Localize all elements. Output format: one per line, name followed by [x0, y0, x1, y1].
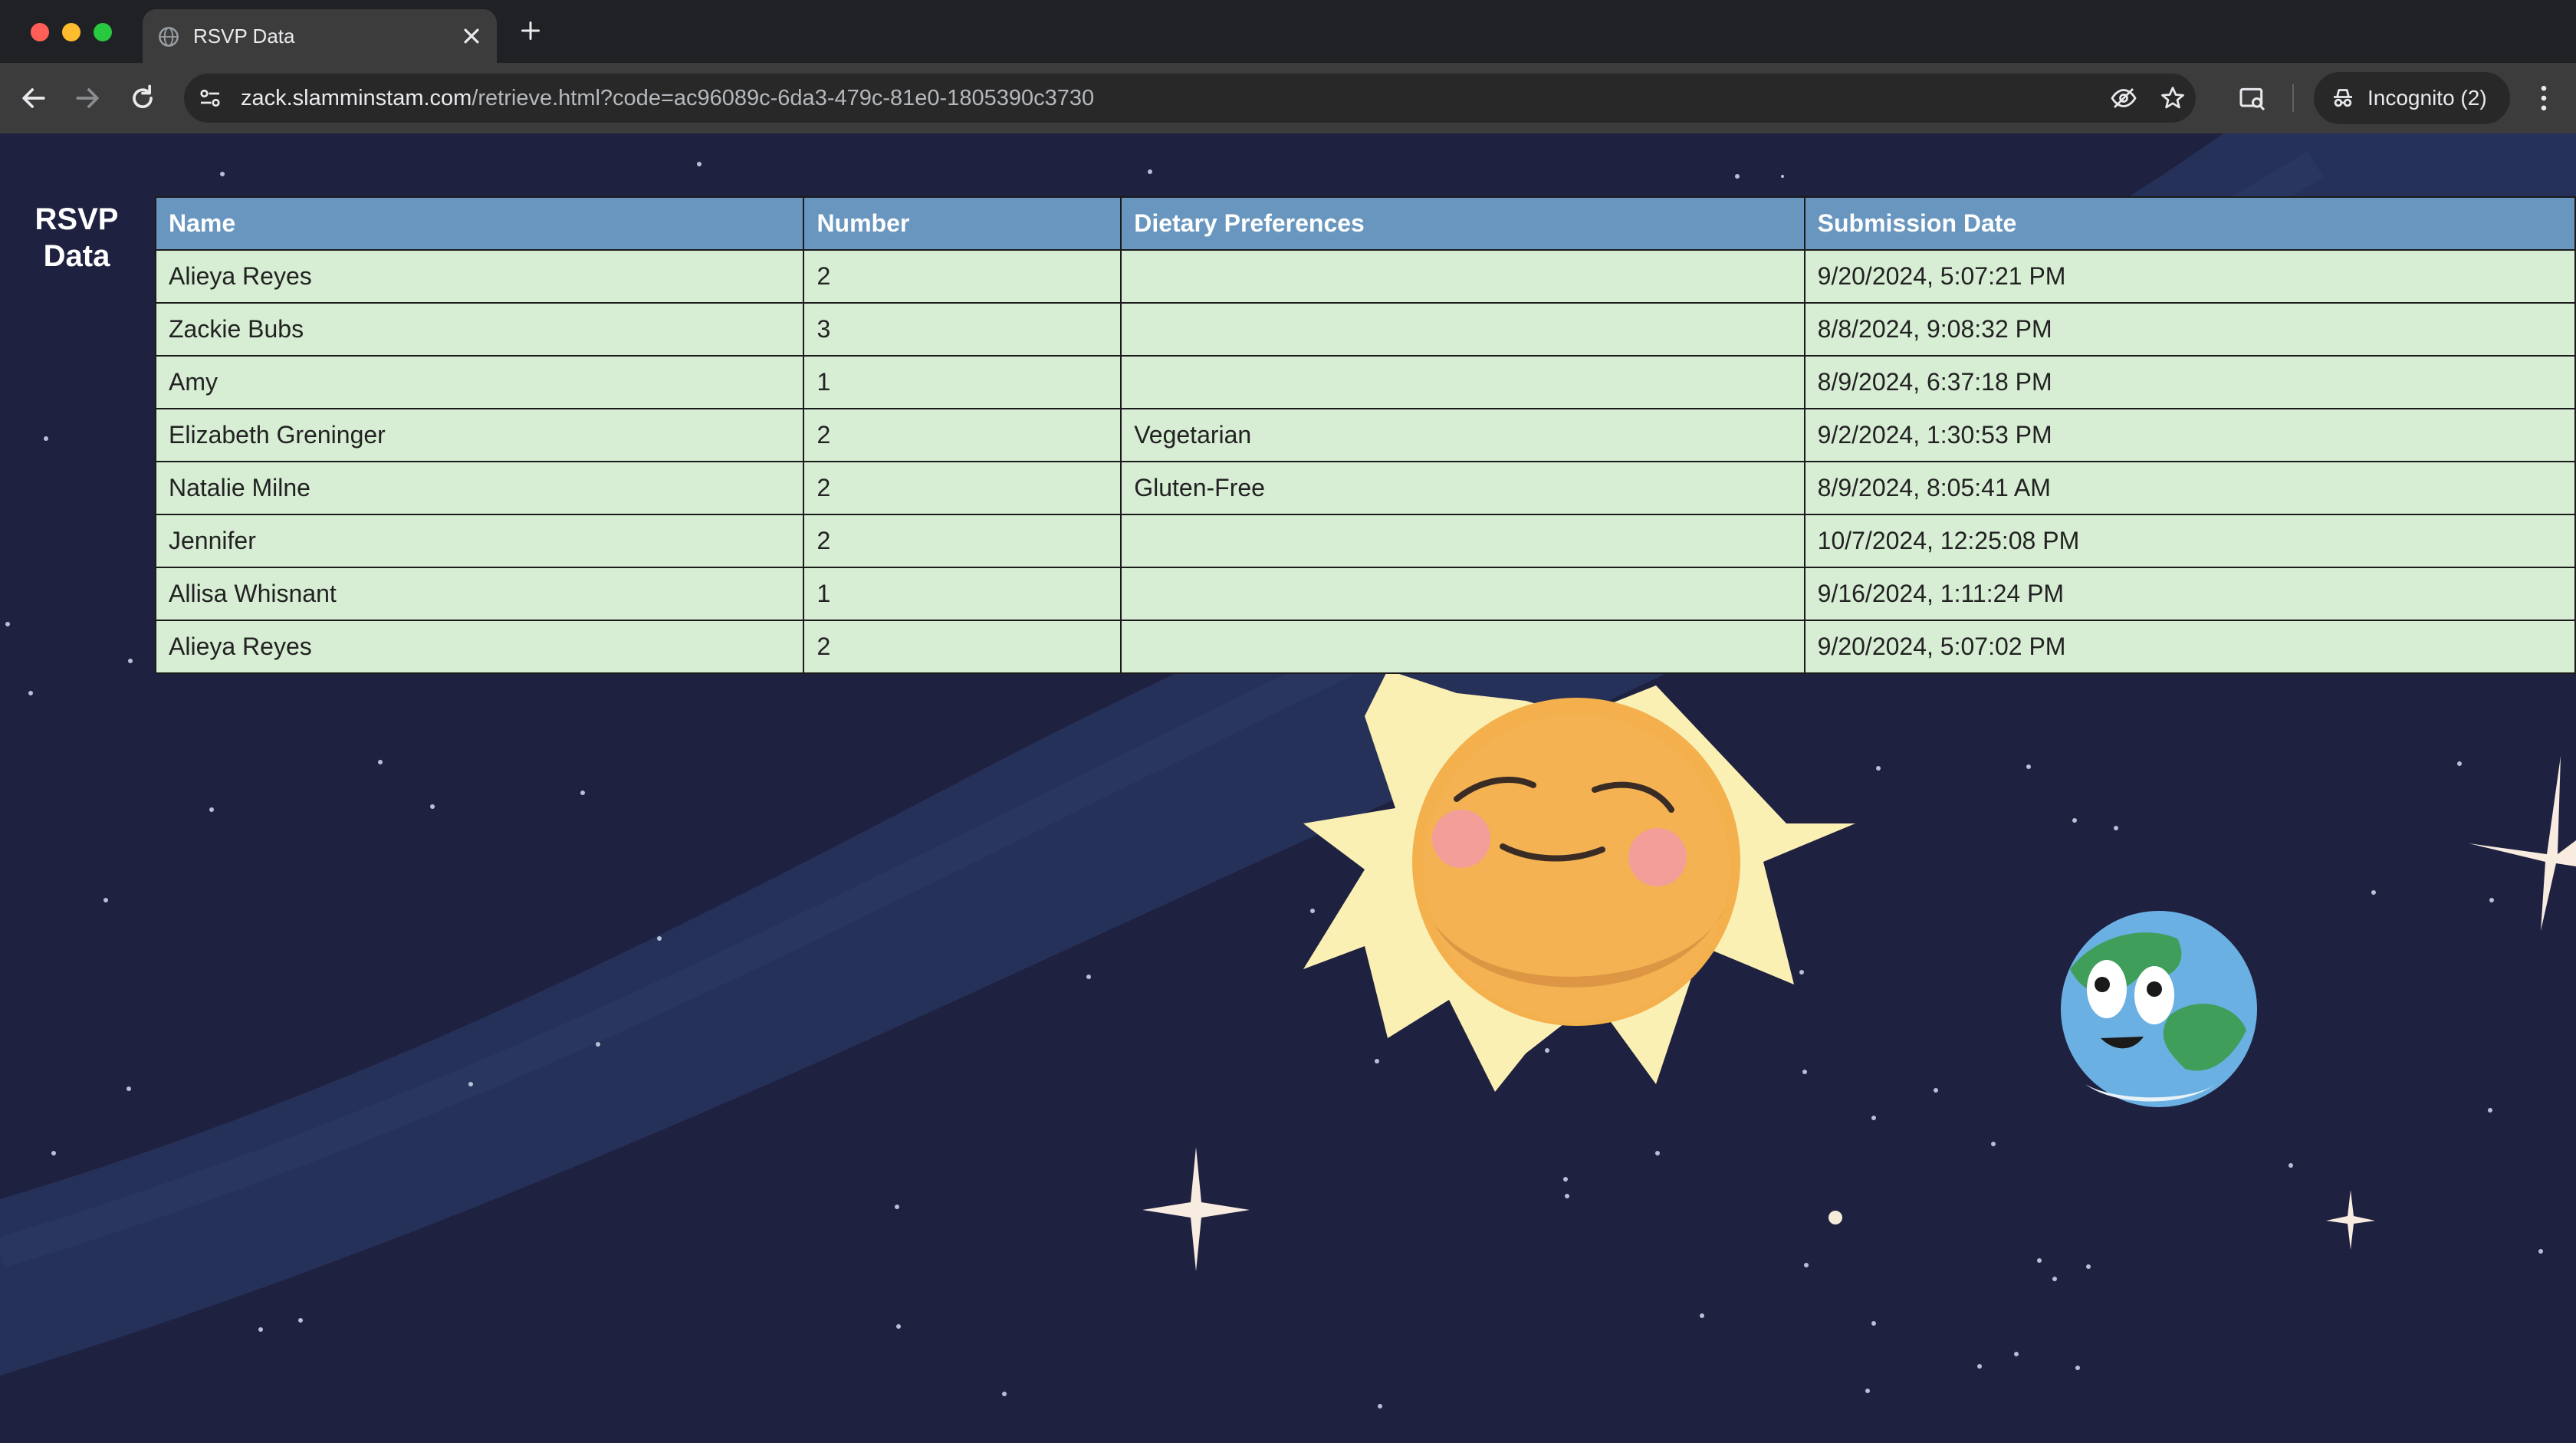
cell-dietary-preferences	[1120, 514, 1806, 568]
close-window-button[interactable]	[31, 23, 49, 41]
reload-icon[interactable]	[126, 81, 159, 115]
cell-submission-date: 8/9/2024, 6:37:18 PM	[1803, 355, 2576, 409]
forward-arrow-icon[interactable]	[71, 81, 104, 115]
cell-submission-date: 9/20/2024, 5:07:02 PM	[1803, 620, 2576, 674]
tab-title: RSVP Data	[193, 25, 295, 48]
cell-name: Zackie Bubs	[154, 302, 805, 357]
cell-dietary-preferences	[1120, 302, 1806, 357]
tune-icon[interactable]	[196, 84, 224, 112]
cell-name: Amy	[154, 355, 805, 409]
plus-icon[interactable]	[517, 17, 544, 44]
url-host: zack.slamminstam.com	[241, 86, 472, 110]
table-row: Natalie Milne 2 Gluten-Free 8/9/2024, 8:…	[154, 461, 2576, 515]
star-icon[interactable]	[2159, 84, 2187, 112]
cell-dietary-preferences	[1120, 249, 1806, 304]
page-viewport: RSVP Data Name Number Dietary Preference…	[0, 133, 2576, 1443]
cell-submission-date: 9/20/2024, 5:07:21 PM	[1803, 249, 2576, 304]
incognito-label: Incognito (2)	[2367, 86, 2487, 110]
cell-submission-date: 8/8/2024, 9:08:32 PM	[1803, 302, 2576, 357]
cell-name: Alieya Reyes	[154, 620, 805, 674]
lens-icon[interactable]	[2237, 83, 2268, 113]
table-row: Allisa Whisnant 1 9/16/2024, 1:11:24 PM	[154, 567, 2576, 621]
cell-submission-date: 8/9/2024, 8:05:41 AM	[1803, 461, 2576, 515]
table-row: Elizabeth Greninger 2 Vegetarian 9/2/202…	[154, 408, 2576, 462]
page-title-line-2: Data	[43, 239, 110, 273]
cell-number: 1	[803, 567, 1122, 621]
table-row: Alieya Reyes 2 9/20/2024, 5:07:21 PM	[154, 249, 2576, 304]
tab-strip: RSVP Data	[0, 0, 2576, 63]
page-title-line-1: RSVP	[34, 202, 119, 236]
cell-dietary-preferences: Vegetarian	[1120, 408, 1806, 462]
incognito-icon	[2334, 89, 2352, 107]
cell-name: Allisa Whisnant	[154, 567, 805, 621]
url-text[interactable]: zack.slamminstam.com/retrieve.html?code=…	[241, 84, 1094, 112]
maximize-window-button[interactable]	[94, 23, 112, 41]
table-row: Amy 1 8/9/2024, 6:37:18 PM	[154, 355, 2576, 409]
browser-toolbar: zack.slamminstam.com/retrieve.html?code=…	[0, 63, 2576, 133]
cell-name: Elizabeth Greninger	[154, 408, 805, 462]
table-row: Alieya Reyes 2 9/20/2024, 5:07:02 PM	[154, 620, 2576, 674]
minimize-window-button[interactable]	[62, 23, 80, 41]
incognito-indicator[interactable]: Incognito (2)	[2314, 72, 2510, 124]
column-header-dietary-preferences: Dietary Preferences	[1120, 196, 1806, 251]
eye-off-icon[interactable]	[2110, 84, 2137, 112]
cell-number: 2	[803, 620, 1122, 674]
cell-dietary-preferences	[1120, 355, 1806, 409]
cell-name: Natalie Milne	[154, 461, 805, 515]
cell-number: 3	[803, 302, 1122, 357]
cell-number: 2	[803, 408, 1122, 462]
column-header-number: Number	[803, 196, 1122, 251]
url-path: /retrieve.html?code=ac96089c-6da3-479c-8…	[472, 86, 1095, 110]
kebab-menu-icon[interactable]	[2527, 81, 2561, 115]
toolbar-divider	[2292, 84, 2294, 112]
globe-icon	[159, 27, 179, 47]
cell-name: Jennifer	[154, 514, 805, 568]
cell-dietary-preferences: Gluten-Free	[1120, 461, 1806, 515]
browser-window: RSVP Data zack.slamminstam.com/retrieve.…	[0, 0, 2576, 1443]
address-bar[interactable]: zack.slamminstam.com/retrieve.html?code=…	[184, 74, 2196, 123]
cell-number: 2	[803, 461, 1122, 515]
column-header-name: Name	[154, 196, 805, 251]
cell-dietary-preferences	[1120, 567, 1806, 621]
back-arrow-icon[interactable]	[17, 81, 51, 115]
cell-dietary-preferences	[1120, 620, 1806, 674]
cell-number: 2	[803, 514, 1122, 568]
table-header-row: Name Number Dietary Preferences Submissi…	[154, 196, 2576, 251]
close-icon[interactable]	[457, 21, 486, 51]
table-row: Jennifer 2 10/7/2024, 12:25:08 PM	[154, 514, 2576, 568]
page-title: RSVP Data	[18, 201, 135, 274]
cell-submission-date: 9/2/2024, 1:30:53 PM	[1803, 408, 2576, 462]
cell-submission-date: 10/7/2024, 12:25:08 PM	[1803, 514, 2576, 568]
tab-rsvp-data[interactable]: RSVP Data	[143, 9, 497, 63]
cell-name: Alieya Reyes	[154, 249, 805, 304]
rsvp-table: Name Number Dietary Preferences Submissi…	[154, 196, 2576, 674]
column-header-submission-date: Submission Date	[1803, 196, 2576, 251]
cell-number: 1	[803, 355, 1122, 409]
cell-submission-date: 9/16/2024, 1:11:24 PM	[1803, 567, 2576, 621]
table-row: Zackie Bubs 3 8/8/2024, 9:08:32 PM	[154, 302, 2576, 357]
cell-number: 2	[803, 249, 1122, 304]
